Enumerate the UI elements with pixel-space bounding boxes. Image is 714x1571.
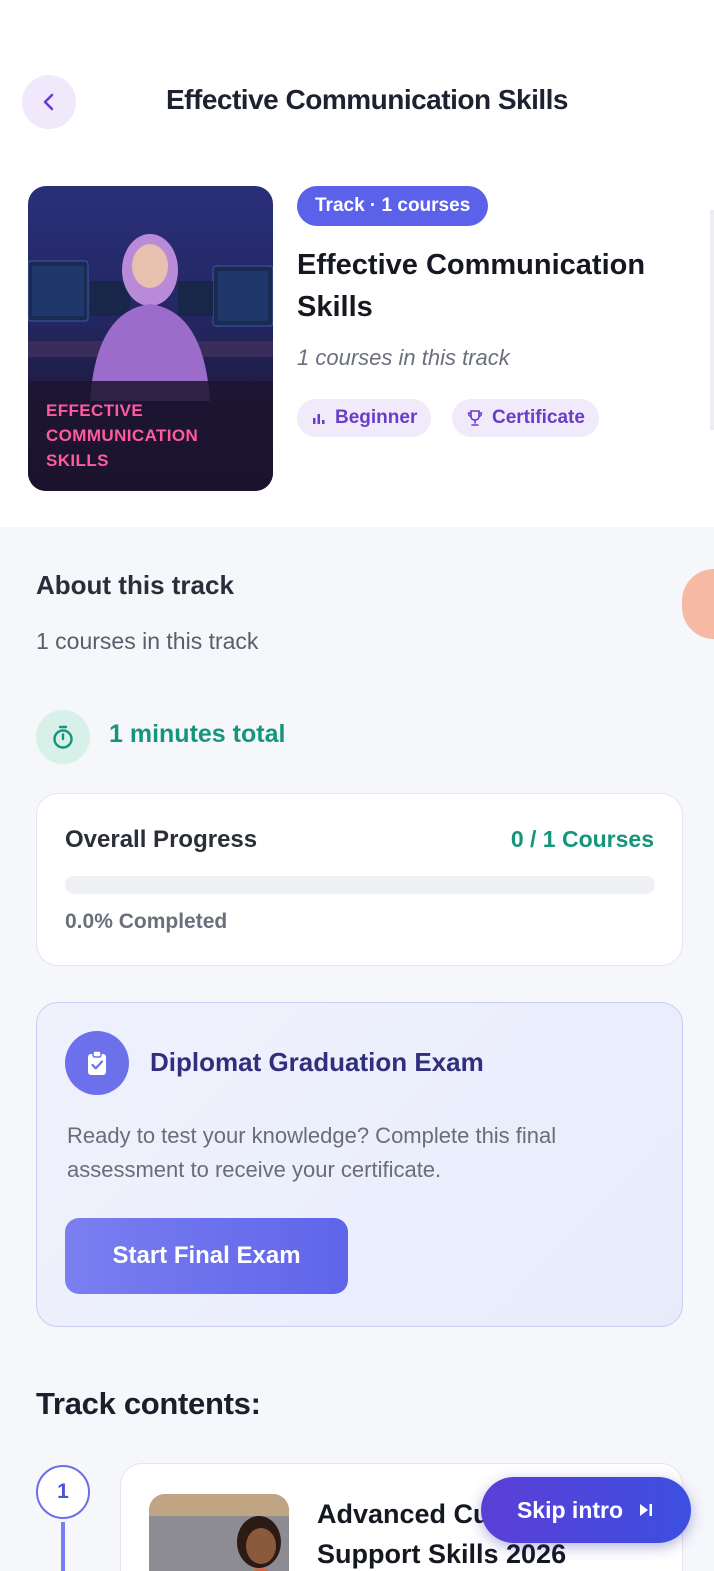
about-section-title: About this track xyxy=(36,570,234,600)
final-exam-card: Diplomat Graduation Exam Ready to test y… xyxy=(36,1002,683,1327)
progress-card: Overall Progress 0 / 1 Courses 0.0% Comp… xyxy=(36,793,683,966)
progress-bar xyxy=(65,876,655,894)
level-tag: Beginner xyxy=(297,399,432,437)
progress-label: Overall Progress xyxy=(65,826,258,853)
bar-chart-icon xyxy=(313,414,325,424)
scroll-edge xyxy=(710,210,714,430)
course-thumbnail xyxy=(149,1494,289,1571)
track-cover-image: EFFECTIVE COMMUNICATION SKILLS xyxy=(28,186,273,491)
cover-text-line: COMMUNICATION xyxy=(46,426,199,445)
stopwatch-icon xyxy=(53,725,73,749)
skip-forward-icon xyxy=(640,1504,653,1516)
track-contents-title: Track contents: xyxy=(36,1386,261,1421)
total-duration: 1 minutes total xyxy=(109,720,286,748)
track-name: Effective Communication Skills xyxy=(297,249,646,323)
duration-icon-badge xyxy=(36,710,90,764)
course-step-connector xyxy=(61,1522,65,1571)
exam-icon-badge xyxy=(65,1031,129,1095)
skip-intro-button[interactable]: Skip intro xyxy=(481,1477,691,1543)
certificate-tag-label: Certificate xyxy=(492,407,585,428)
skip-intro-label: Skip intro xyxy=(516,1496,624,1523)
certificate-tag: Certificate xyxy=(452,399,599,437)
progress-count: 0 / 1 Courses xyxy=(510,826,654,852)
trophy-icon xyxy=(467,410,483,426)
track-type-badge: Track · 1 courses xyxy=(297,186,489,226)
progress-percent: 0.0% Completed xyxy=(65,910,228,933)
start-final-exam-button[interactable]: Start Final Exam xyxy=(65,1218,348,1294)
exam-description: Ready to test your knowledge? Complete t… xyxy=(67,1123,557,1182)
page-title: Effective Communication Skills xyxy=(166,84,569,115)
cover-text-line: SKILLS xyxy=(46,451,109,470)
track-header-section: Effective Communication Skills EFFECTIVE… xyxy=(0,0,714,527)
cover-title-text: EFFECTIVE COMMUNICATION SKILLS xyxy=(46,398,198,473)
exam-title: Diplomat Graduation Exam xyxy=(150,1047,484,1077)
track-course-count: 1 courses in this track xyxy=(297,345,510,370)
back-button[interactable] xyxy=(22,75,76,129)
about-description: 1 courses in this track xyxy=(36,628,259,654)
course-thumbnail-illustration xyxy=(149,1494,289,1571)
chevron-left-icon xyxy=(43,93,54,111)
course-step-number: 1 xyxy=(36,1465,90,1519)
cover-text-line: EFFECTIVE xyxy=(46,401,144,420)
clipboard-check-icon xyxy=(88,1050,106,1075)
level-tag-label: Beginner xyxy=(335,407,418,428)
floating-assistant-bubble[interactable] xyxy=(682,569,714,639)
